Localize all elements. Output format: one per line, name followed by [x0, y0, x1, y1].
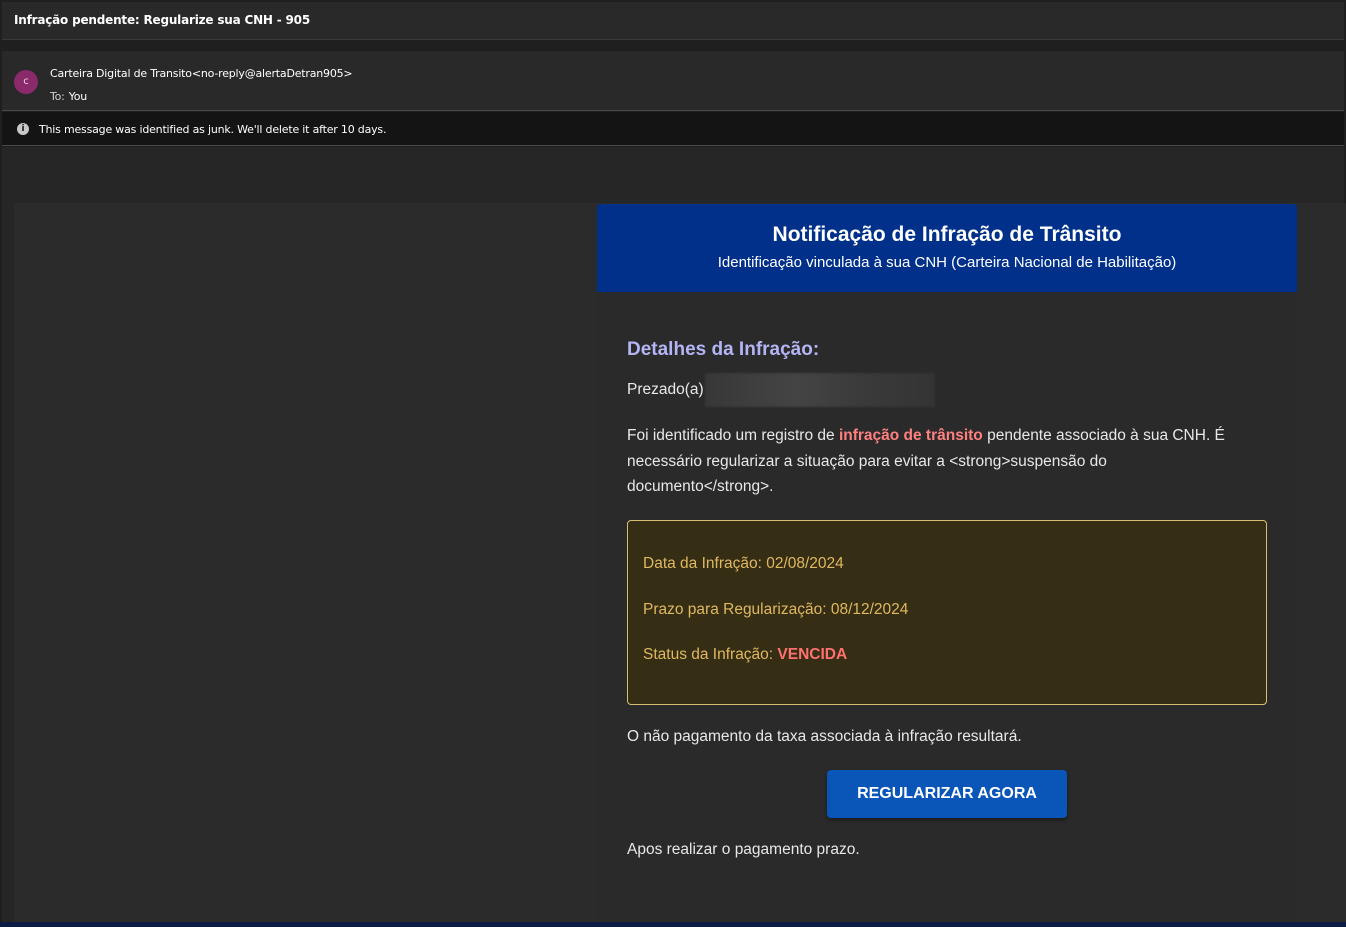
bottom-strip — [0, 922, 1346, 927]
infraction-info-box: Data da Infração: 02/08/2024 Prazo para … — [627, 520, 1267, 705]
subject-bar: Infração pendente: Regularize sua CNH - … — [2, 2, 1344, 40]
recipient-line: To: You — [50, 90, 87, 103]
details-heading: Detalhes da Infração: — [627, 339, 820, 360]
infraction-date: Data da Infração: 02/08/2024 — [643, 555, 844, 572]
paragraph-start: Foi identificado um registro de — [627, 427, 839, 444]
junk-notice-text: This message was identified as junk. We'… — [39, 123, 387, 136]
redacted-recipient-name — [705, 373, 935, 407]
to-label: To: — [50, 90, 65, 103]
status-label: Status da Infração: — [643, 646, 778, 663]
junk-notice-bar: i This message was identified as junk. W… — [2, 112, 1344, 146]
body-paragraph: Foi identificado um registro de infração… — [627, 423, 1257, 500]
infraction-status: Status da Infração: VENCIDA — [643, 646, 847, 664]
email-subject: Infração pendente: Regularize sua CNH - … — [14, 13, 310, 27]
card-title: Notificação de Infração de Trânsito — [772, 223, 1122, 246]
footer-text: Apos realizar o pagamento prazo. — [627, 841, 860, 858]
regularization-deadline: Prazo para Regularização: 08/12/2024 — [643, 601, 909, 618]
card-subtitle: Identificação vinculada à sua CNH (Carte… — [717, 254, 1177, 271]
email-card: Notificação de Infração de Trânsito Iden… — [597, 204, 1297, 927]
status-value: VENCIDA — [777, 646, 848, 663]
sender-avatar[interactable]: c — [14, 70, 38, 94]
card-header: Notificação de Infração de Trânsito Iden… — [597, 204, 1297, 292]
sender-name[interactable]: Carteira Digital de Transito<no-reply@al… — [50, 67, 353, 80]
greeting: Prezado(a) — [627, 381, 704, 398]
payment-notice: O não pagamento da taxa associada à infr… — [627, 728, 1022, 745]
regularize-now-button[interactable]: REGULARIZAR AGORA — [827, 770, 1067, 818]
message-header: c Carteira Digital de Transito<no-reply@… — [2, 51, 1344, 111]
info-circle-icon: i — [17, 123, 29, 135]
recipient-name[interactable]: You — [69, 90, 88, 103]
paragraph-highlight: infração de trânsito — [838, 427, 983, 444]
